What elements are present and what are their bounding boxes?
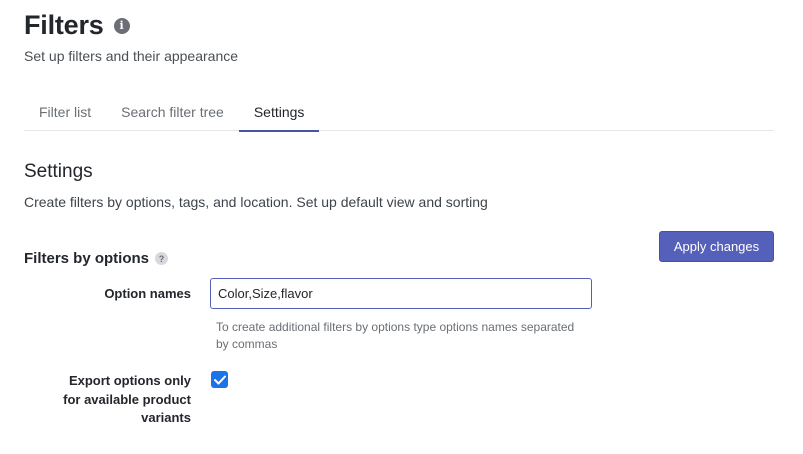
option-names-input[interactable] — [210, 278, 592, 309]
apply-changes-button[interactable]: Apply changes — [659, 231, 774, 262]
tab-settings[interactable]: Settings — [238, 96, 320, 132]
tab-bar: Filter list Search filter tree Settings — [24, 96, 774, 132]
checkmark-icon — [213, 375, 226, 384]
option-names-hint: To create additional filters by options … — [216, 320, 575, 351]
section-description: Create filters by options, tags, and loc… — [24, 194, 488, 210]
option-names-label: Option names — [104, 286, 191, 301]
tab-search-filter-tree[interactable]: Search filter tree — [106, 96, 239, 131]
filters-by-options-heading: Filters by options ? — [24, 250, 169, 267]
info-icon[interactable]: i — [113, 17, 130, 34]
page-title: Filters — [24, 10, 104, 40]
section-title: Settings — [24, 161, 93, 182]
filters-by-options-title: Filters by options — [24, 250, 150, 267]
export-options-checkbox[interactable] — [211, 371, 228, 388]
filters-settings-page: Filters i Set up filters and their appea… — [0, 0, 803, 454]
page-subtitle: Set up filters and their appearance — [24, 48, 239, 64]
page-header: Filters i — [24, 10, 130, 41]
tab-filter-list[interactable]: Filter list — [24, 96, 106, 131]
export-options-label: Export options only for available produc… — [63, 373, 191, 425]
question-icon[interactable]: ? — [155, 252, 169, 265]
